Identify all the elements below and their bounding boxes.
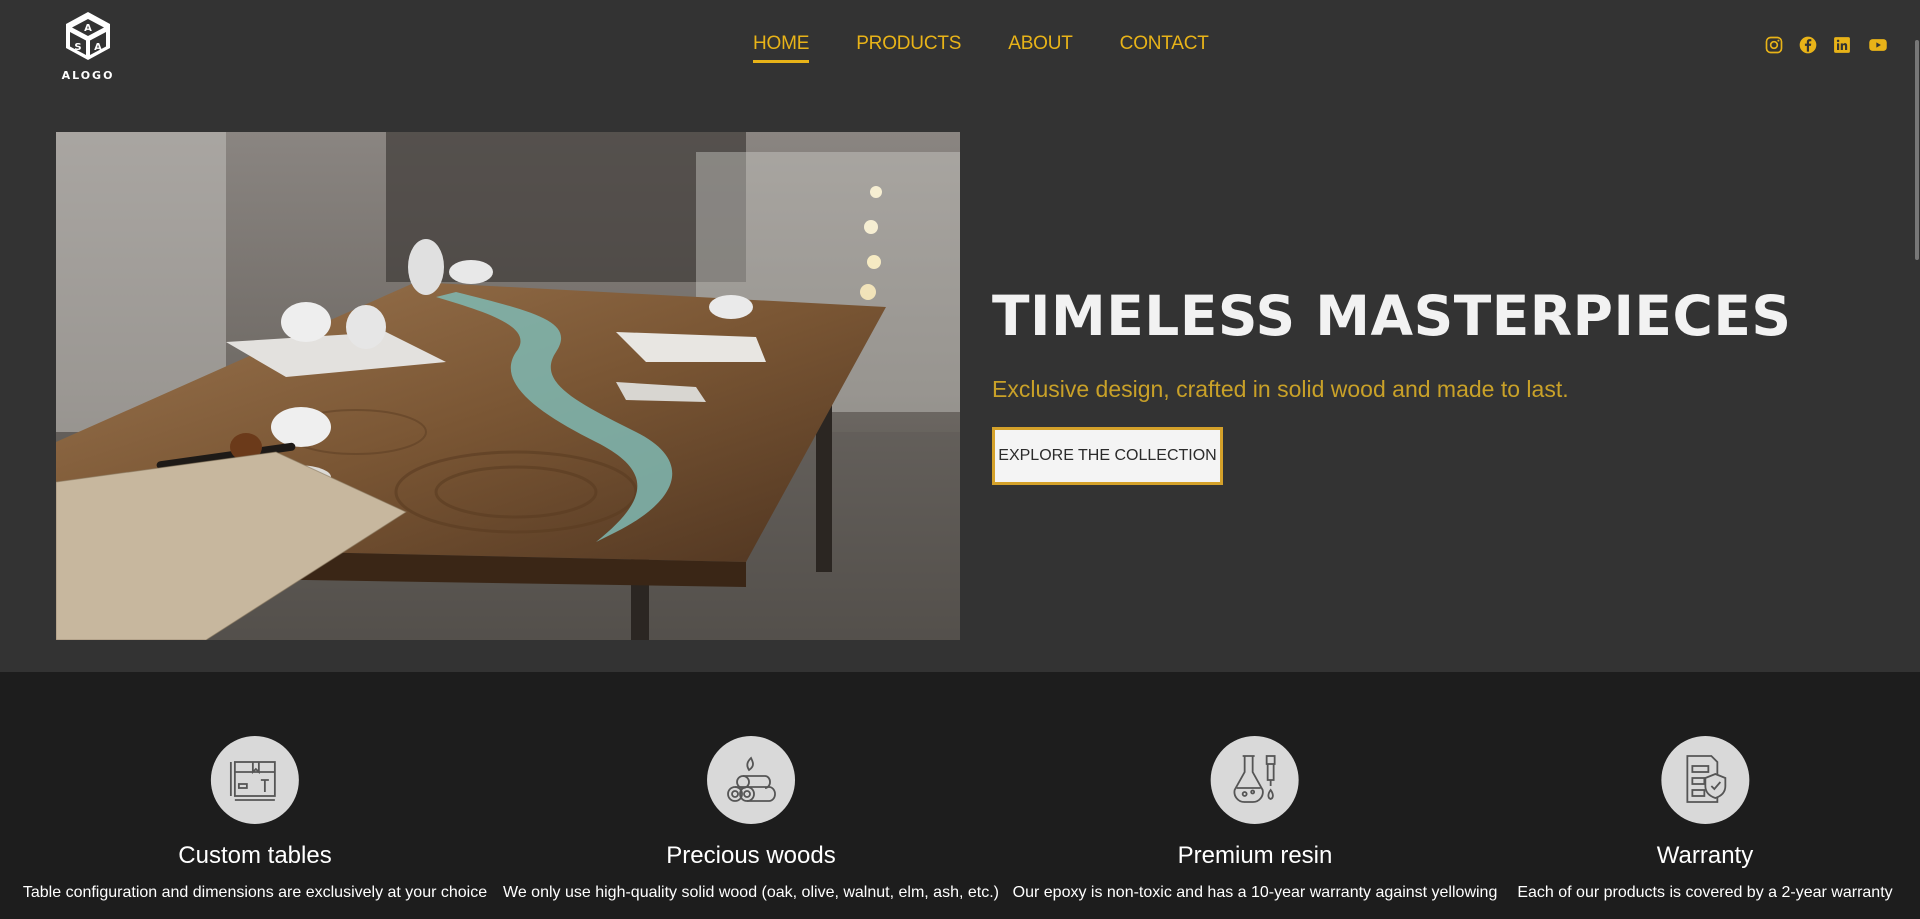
site-logo[interactable]: A S A ALOGO <box>60 10 116 84</box>
hero-text: TIMELESS MASTERPIECES Exclusive design, … <box>992 285 1792 485</box>
features-section: Custom tables Table configuration and di… <box>0 672 1920 919</box>
nav-item-home[interactable]: HOME <box>753 33 810 63</box>
youtube-icon[interactable] <box>1866 35 1890 55</box>
feature-description: Table configuration and dimensions are e… <box>22 884 488 901</box>
page-scrollbar[interactable] <box>1914 0 1920 919</box>
cube-logo-icon: A S A <box>66 12 110 60</box>
hero-image <box>56 132 960 640</box>
feature-description: Our epoxy is non-toxic and has a 10-year… <box>1012 884 1498 901</box>
feature-precious-woods: Precious woods We only use high-quality … <box>503 672 999 902</box>
feature-custom-tables: Custom tables Table configuration and di… <box>23 672 487 902</box>
resin-flask-icon <box>1210 736 1299 824</box>
scrollbar-thumb[interactable] <box>1915 40 1919 260</box>
feature-description: We only use high-quality solid wood (oak… <box>503 884 999 901</box>
warranty-shield-icon <box>1660 736 1749 824</box>
feature-premium-resin: Premium resin Our epoxy is non-toxic and… <box>1012 672 1498 902</box>
instagram-icon[interactable] <box>1764 35 1784 55</box>
feature-title: Warranty <box>1656 842 1754 869</box>
nav-item-contact[interactable]: CONTACT <box>1120 33 1209 63</box>
feature-description: Each of our products is covered by a 2-y… <box>1517 884 1893 901</box>
svg-text:S: S <box>74 42 81 53</box>
feature-title: Custom tables <box>178 842 332 869</box>
feature-title: Premium resin <box>1177 842 1333 869</box>
nav-item-about[interactable]: ABOUT <box>1008 33 1073 63</box>
site-header: A S A ALOGO HOME PRODUCTS ABOUT CONTACT <box>0 0 1920 96</box>
svg-text:A: A <box>84 23 92 34</box>
wood-logs-icon <box>706 736 795 824</box>
hero-title: TIMELESS MASTERPIECES <box>992 284 1792 348</box>
table-photo <box>56 132 960 640</box>
facebook-icon[interactable] <box>1798 35 1818 55</box>
social-links <box>1764 35 1890 55</box>
logo-text: ALOGO <box>61 69 115 82</box>
svg-text:A: A <box>94 42 102 53</box>
custom-table-icon <box>210 736 299 824</box>
explore-collection-button[interactable]: EXPLORE THE COLLECTION <box>992 427 1223 485</box>
nav-item-products[interactable]: PRODUCTS <box>856 33 961 63</box>
linkedin-icon[interactable] <box>1832 35 1852 55</box>
hero-subtitle: Exclusive design, crafted in solid wood … <box>992 376 1569 402</box>
feature-warranty: Warranty Each of our products is covered… <box>1517 672 1893 902</box>
main-nav: HOME PRODUCTS ABOUT CONTACT <box>753 33 1256 63</box>
feature-title: Precious woods <box>666 842 836 869</box>
